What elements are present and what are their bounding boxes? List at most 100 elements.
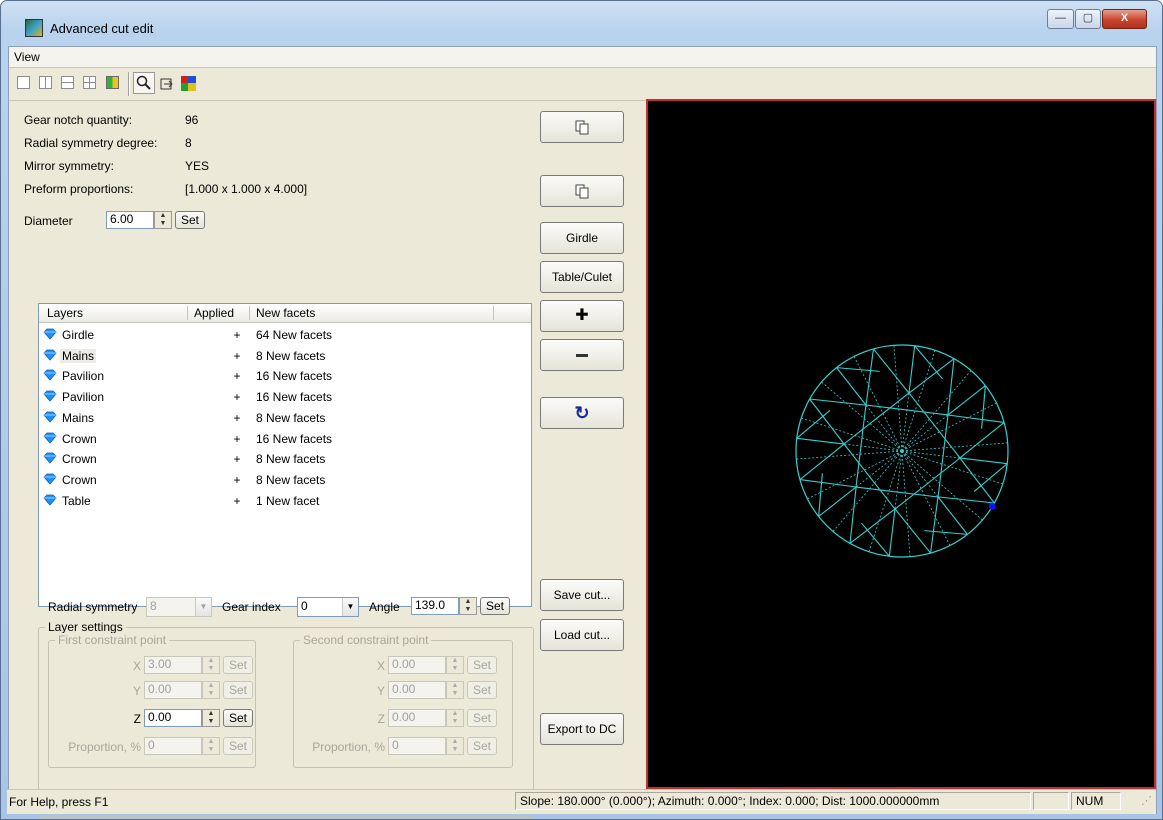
- first-point-z-label: Z: [133, 712, 141, 726]
- layer-row[interactable]: Pavilion +16 New facets: [39, 366, 531, 386]
- girdle-button[interactable]: Girdle: [540, 222, 624, 254]
- gem-icon: [43, 473, 57, 485]
- spin-down-icon[interactable]: ▼: [155, 220, 171, 228]
- facet-edge: [981, 385, 986, 429]
- minimize-button[interactable]: —: [1047, 9, 1074, 29]
- layer-row[interactable]: Crown +16 New facets: [39, 429, 531, 449]
- layer-row[interactable]: Crown +8 New facets: [39, 449, 531, 469]
- facet-edge: [796, 410, 831, 439]
- load-cut-button[interactable]: Load cut...: [540, 619, 624, 651]
- angle-spinner[interactable]: ▲ ▼: [459, 597, 477, 615]
- preform-proportions-label: Preform proportions:: [24, 182, 134, 196]
- chevron-down-icon: ▼: [195, 598, 211, 616]
- first-point-x-set-button: Set: [223, 656, 253, 674]
- layer-row[interactable]: Mains +8 New facets: [39, 408, 531, 428]
- facet-edge: [865, 404, 949, 416]
- rotate-layer-button[interactable]: ↻: [540, 397, 624, 429]
- facet-edge: [796, 437, 845, 445]
- title-bar[interactable]: Advanced cut edit — ▢ X: [1, 1, 1162, 45]
- add-layer-button[interactable]: ✚: [540, 300, 624, 332]
- copy-button-1[interactable]: [540, 111, 624, 143]
- second-constraint-title: Second constraint point: [300, 633, 432, 647]
- remove-layer-button[interactable]: [540, 339, 624, 371]
- save-cut-button[interactable]: Save cut...: [540, 579, 624, 611]
- chevron-down-icon[interactable]: ▼: [342, 598, 358, 616]
- first-point-z-input[interactable]: 0.00: [144, 709, 202, 727]
- rotate-view-icon[interactable]: [159, 76, 175, 92]
- layer-name: Crown: [62, 431, 97, 446]
- copy-button-2[interactable]: [540, 175, 624, 207]
- layer-new-facets: 8 New facets: [256, 472, 326, 487]
- spin-up-icon: ▲: [451, 710, 459, 717]
- maximize-button[interactable]: ▢: [1075, 9, 1101, 29]
- status-num: NUM: [1071, 792, 1121, 810]
- spin-down-icon[interactable]: ▼: [203, 718, 219, 726]
- spin-down-icon[interactable]: ▼: [460, 606, 476, 614]
- layout-colored-icon[interactable]: [106, 76, 119, 89]
- gem-icon: [43, 390, 57, 402]
- diameter-set-button[interactable]: Set: [175, 211, 205, 229]
- menu-bar: View: [9, 47, 1156, 68]
- layer-row[interactable]: Crown +8 New facets: [39, 470, 531, 490]
- diameter-label: Diameter: [24, 214, 73, 228]
- facet-edge: [908, 345, 916, 394]
- selected-vertex-marker[interactable]: [988, 502, 996, 510]
- first-constraint-title: First constraint point: [55, 633, 170, 647]
- menu-view[interactable]: View: [14, 50, 40, 64]
- spin-up-icon[interactable]: ▲: [460, 598, 476, 606]
- facet-edge: [930, 496, 939, 554]
- layers-list[interactable]: Layers Applied New facets Girdle +64 New …: [38, 303, 532, 607]
- first-point-z-set-button[interactable]: Set: [223, 709, 253, 727]
- resize-grip-icon[interactable]: ⋰: [1141, 794, 1152, 807]
- layout-quad-icon[interactable]: [83, 76, 96, 89]
- layout-vertical-split-icon[interactable]: [39, 76, 52, 89]
- color-render-icon[interactable]: [180, 75, 197, 92]
- second-point-y-spinner: ▲ ▼: [446, 681, 464, 699]
- layout-horizontal-split-icon[interactable]: [61, 76, 74, 89]
- angle-label: Angle: [369, 600, 400, 614]
- preform-proportions-value: [1.000 x 1.000 x 4.000]: [185, 182, 308, 196]
- layer-name: Crown: [62, 472, 97, 487]
- layer-row[interactable]: Pavilion +16 New facets: [39, 387, 531, 407]
- first-point-y-set-button: Set: [223, 681, 253, 699]
- header-layers[interactable]: Layers: [47, 306, 83, 320]
- second-point-x-input: 0.00: [388, 656, 446, 674]
- layer-row[interactable]: Table +1 New facet: [39, 491, 531, 511]
- facet-edge: [818, 473, 823, 517]
- diameter-spinner[interactable]: ▲ ▼: [154, 211, 172, 229]
- layer-new-facets: 8 New facets: [256, 452, 326, 467]
- zoom-tool-button[interactable]: [133, 72, 155, 94]
- spin-up-icon: ▲: [451, 738, 459, 745]
- 3d-viewport[interactable]: [646, 99, 1156, 789]
- facet-edge: [908, 358, 955, 394]
- header-applied[interactable]: Applied: [194, 306, 234, 320]
- layer-applied: +: [233, 328, 241, 342]
- hidden-edge: [894, 450, 903, 509]
- header-new-facets[interactable]: New facets: [256, 306, 315, 320]
- copy-icon: [575, 120, 589, 135]
- spin-up-icon[interactable]: ▲: [203, 710, 219, 718]
- plus-icon: ✚: [575, 307, 589, 324]
- close-button[interactable]: X: [1102, 9, 1147, 29]
- first-point-z-spinner[interactable]: ▲ ▼: [202, 709, 220, 727]
- gear-notch-label: Gear notch quantity:: [24, 113, 133, 127]
- export-to-dc-button[interactable]: Export to DC: [540, 713, 624, 745]
- layer-row[interactable]: Mains +8 New facets: [39, 346, 531, 366]
- gear-index-select[interactable]: 0 ▼: [297, 597, 359, 617]
- spin-up-icon: ▲: [207, 657, 215, 664]
- layout-single-icon[interactable]: [17, 76, 30, 89]
- spin-up-icon[interactable]: ▲: [155, 212, 171, 220]
- header-separator: [493, 306, 494, 320]
- angle-input[interactable]: 139.0: [411, 597, 459, 615]
- second-point-z-input: 0.00: [388, 709, 446, 727]
- angle-set-button[interactable]: Set: [480, 597, 510, 615]
- diameter-input[interactable]: 6.00: [106, 211, 154, 229]
- layer-row[interactable]: Girdle +64 New facets: [39, 325, 531, 345]
- first-point-proportion-set-button: Set: [223, 737, 253, 755]
- hidden-edge: [844, 443, 903, 452]
- spin-down-icon: ▼: [451, 718, 459, 725]
- table-culet-button[interactable]: Table/Culet: [540, 261, 624, 293]
- second-point-proportion-spinner: ▲ ▼: [446, 737, 464, 755]
- facet-edge: [947, 385, 986, 416]
- second-point-x-set-button: Set: [467, 656, 497, 674]
